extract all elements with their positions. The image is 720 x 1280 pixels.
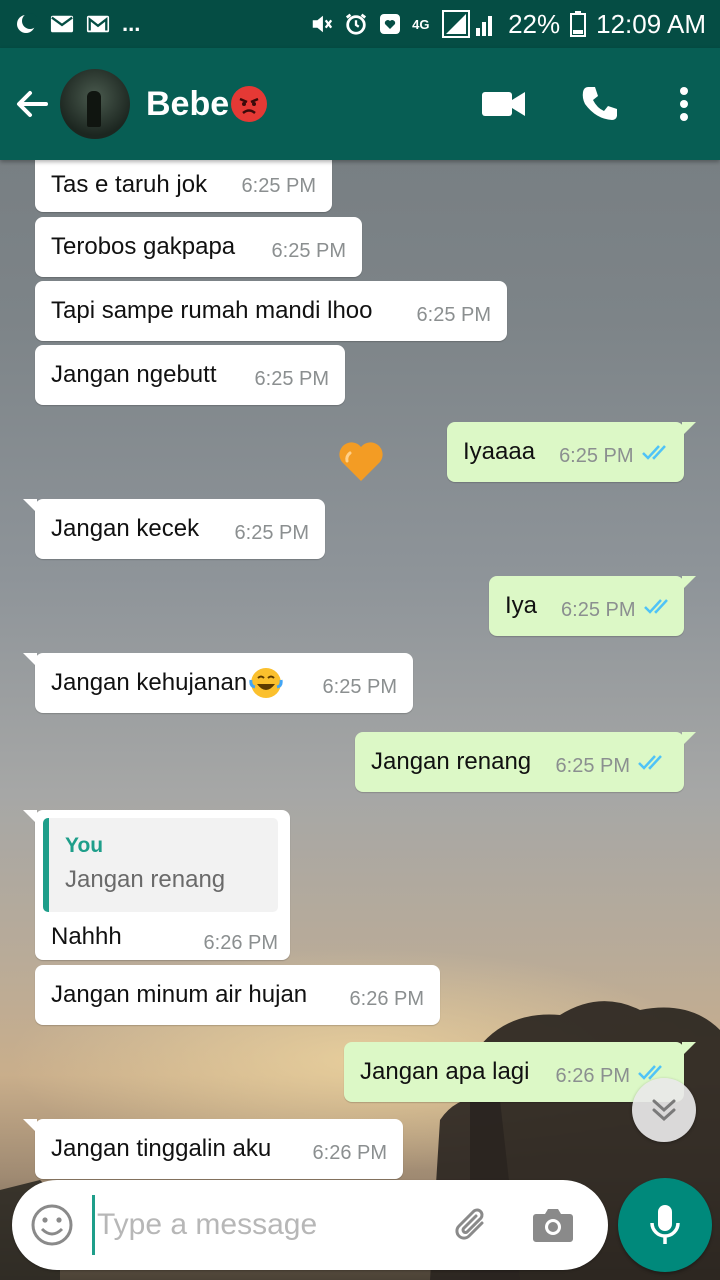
video-camera-icon <box>482 92 525 116</box>
back-button[interactable] <box>4 48 60 160</box>
message-time: 6:25 PM <box>555 755 630 777</box>
message-time: 6:25 PM <box>559 445 634 467</box>
read-ticks-icon <box>643 594 674 622</box>
message-time: 6:26 PM <box>349 988 424 1010</box>
message-bubble-incoming[interactable]: Jangan tinggalin aku 6:26 PM <box>23 1119 403 1179</box>
message-bubble-outgoing[interactable]: Iyaaaa 6:25 PM <box>447 422 696 482</box>
quoted-author: You <box>65 834 104 857</box>
message-time: 6:25 PM <box>561 599 636 621</box>
reply-message-bubble[interactable]: You Jangan renang Nahhh 6:26 PM <box>23 810 290 960</box>
more-vert-icon <box>680 87 688 121</box>
message-composer <box>12 1180 608 1270</box>
message-text: Nahhh <box>51 923 122 950</box>
paperclip-icon <box>455 1208 484 1240</box>
mail-icon <box>50 13 74 35</box>
phone-icon <box>582 87 617 120</box>
clock: 12:09 AM <box>596 8 706 39</box>
contact-name[interactable]: Bebe <box>146 84 268 124</box>
message-text: Jangan renang <box>371 748 532 775</box>
gmail-icon <box>86 13 110 35</box>
emoji-button[interactable] <box>12 1180 92 1270</box>
message-bubble-incoming[interactable]: Jangan ngebutt 6:25 PM <box>35 345 345 405</box>
message-bubble-incoming[interactable]: Tapi sampe rumah mandi lhoo 6:25 PM <box>35 281 507 341</box>
battery-icon <box>570 11 587 37</box>
attach-button[interactable] <box>442 1180 502 1270</box>
message-time: 6:26 PM <box>555 1065 630 1087</box>
message-time: 6:25 PM <box>241 175 316 197</box>
message-text: Iyaaaa <box>463 438 536 465</box>
quoted-text: Jangan renang <box>65 866 226 893</box>
quoted-message[interactable]: You Jangan renang <box>43 818 278 912</box>
message-bubble-incoming[interactable]: Terobos gakpapa 6:25 PM <box>35 217 362 277</box>
camera-icon <box>533 1209 573 1242</box>
message-text: Jangan minum air hujan <box>51 981 308 1008</box>
message-bubble-outgoing[interactable]: Jangan renang 6:25 PM <box>355 732 696 792</box>
message-time: 6:26 PM <box>312 1142 387 1164</box>
message-time: 6:25 PM <box>271 240 346 262</box>
avatar[interactable] <box>60 69 130 139</box>
signal-icon <box>442 10 498 38</box>
smiley-icon <box>31 1204 73 1246</box>
alarm-icon <box>344 13 368 35</box>
message-text: Tas e taruh jok <box>51 171 208 198</box>
message-text: Tapi sampe rumah mandi lhoo <box>51 297 373 324</box>
message-text: Jangan tinggalin aku <box>51 1135 272 1162</box>
message-bubble-incoming[interactable]: Jangan kecek 6:25 PM <box>23 499 325 559</box>
menu-button[interactable] <box>648 48 720 160</box>
chat-header: Bebe <box>0 48 720 160</box>
message-text: Jangan kehujanan <box>51 669 248 696</box>
heart-app-icon <box>378 13 402 35</box>
moon-icon <box>14 13 38 35</box>
mute-icon <box>310 13 334 35</box>
message-time: 6:26 PM <box>203 932 278 954</box>
message-time: 6:25 PM <box>322 676 397 698</box>
message-text: Jangan kecek <box>51 515 200 542</box>
message-bubble-incoming[interactable]: Jangan minum air hujan 6:26 PM <box>35 965 440 1025</box>
voice-record-button[interactable] <box>618 1178 712 1272</box>
message-input[interactable] <box>92 1195 432 1255</box>
read-ticks-icon <box>638 750 668 778</box>
camera-button[interactable] <box>518 1180 588 1270</box>
video-call-button[interactable] <box>456 48 552 160</box>
contact-name-text: Bebe <box>146 84 230 123</box>
message-text: Iya <box>505 592 538 619</box>
battery-percentage: 22% <box>508 8 561 39</box>
message-text: Terobos gakpapa <box>51 233 236 260</box>
microphone-icon <box>650 1205 680 1244</box>
angry-face-emoji <box>231 86 268 122</box>
scroll-to-bottom-button[interactable] <box>632 1078 696 1142</box>
message-bubble-outgoing[interactable]: Jangan apa lagi 6:26 PM <box>344 1042 696 1102</box>
read-ticks-icon <box>641 440 672 468</box>
network-type: 4G <box>412 16 430 32</box>
double-chevron-down-icon <box>652 1099 676 1122</box>
arrow-left-icon <box>17 91 48 117</box>
message-time: 6:25 PM <box>416 304 491 326</box>
message-bubble-incoming[interactable]: Jangan kehujanan 6:25 PM <box>23 653 413 713</box>
voice-call-button[interactable] <box>552 48 648 160</box>
message-text: Jangan apa lagi <box>360 1058 530 1085</box>
orange-heart-emoji[interactable] <box>336 436 386 486</box>
message-bubble-outgoing[interactable]: Iya 6:25 PM <box>489 576 696 636</box>
message-time: 6:25 PM <box>234 522 309 544</box>
message-text: Jangan ngebutt <box>51 361 217 388</box>
tears-of-joy-emoji <box>249 666 283 700</box>
message-time: 6:25 PM <box>254 368 329 390</box>
status-bar: ... 4G 22% 12:09 AM <box>0 0 720 48</box>
more-notifications: ... <box>122 11 141 36</box>
